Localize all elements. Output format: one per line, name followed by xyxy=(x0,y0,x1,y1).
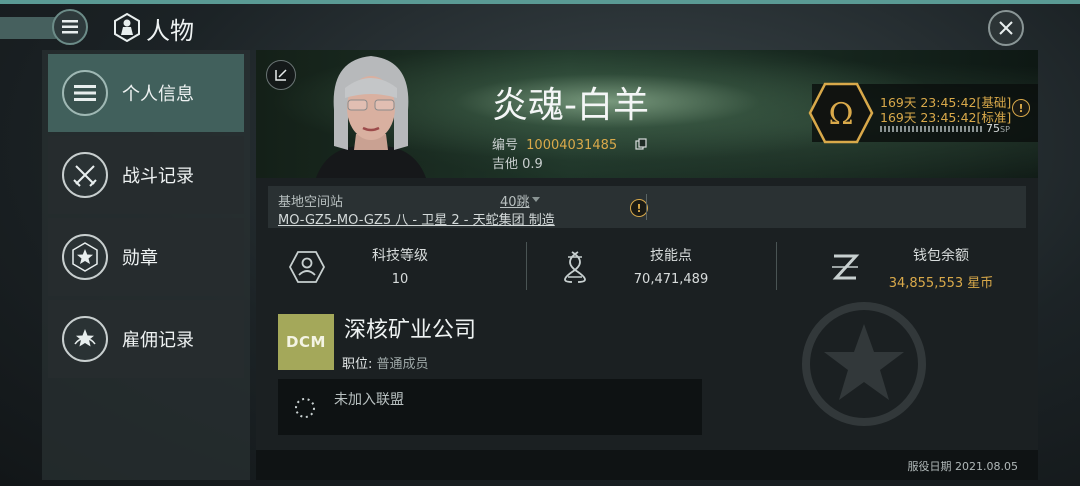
security-status-row: 吉他 0.9 xyxy=(492,153,543,172)
home-station-name[interactable]: MO-GZ5-MO-GZ5 八 - 卫星 2 - 天蛇集团 制造 xyxy=(278,209,555,228)
omega-icon: Ω xyxy=(808,82,874,144)
home-station-label: 基地空间站 xyxy=(278,195,344,210)
close-icon xyxy=(999,21,1013,35)
skill-points-label: 技能点 xyxy=(650,248,692,264)
tech-level-value: 10 xyxy=(391,272,409,287)
sp-value: 75SP xyxy=(986,122,1010,135)
edit-icon xyxy=(275,69,287,81)
dna-icon xyxy=(564,251,586,283)
role-value: 普通成员 xyxy=(376,357,429,372)
corporation-role: 职位: 普通成员 xyxy=(342,353,429,372)
sidebar-item-label: 勋章 xyxy=(122,248,158,269)
character-portrait xyxy=(316,56,426,178)
crossed-swords-icon xyxy=(62,152,108,198)
wallet-label: 钱包余额 xyxy=(913,248,969,264)
home-station-box[interactable]: 基地空间站 40跳 MO-GZ5-MO-GZ5 八 - 卫星 2 - 天蛇集团 … xyxy=(268,186,1026,228)
copy-icon[interactable] xyxy=(635,138,647,150)
divider xyxy=(776,242,777,290)
sp-number: 75 xyxy=(986,122,1000,135)
character-id-row: 编号 10004031485 xyxy=(492,134,647,153)
top-accent-line xyxy=(0,0,1080,4)
skill-points-value: 70,471,489 xyxy=(633,272,709,287)
chevron-down-icon xyxy=(532,197,540,202)
page-title: 人物 xyxy=(146,17,194,45)
person-hex-icon xyxy=(114,12,140,42)
character-id-value: 10004031485 xyxy=(526,138,618,153)
character-banner: 炎魂-白羊 编号 10004031485 吉他 0.9 Ω 169天 23:45… xyxy=(256,50,1038,178)
security-status-label: 吉他 xyxy=(492,157,519,172)
sidebar-item-medals[interactable]: 勋章 xyxy=(48,218,244,296)
close-button[interactable] xyxy=(988,10,1024,46)
menu-button[interactable] xyxy=(52,9,88,45)
sidebar-item-employment[interactable]: 雇佣记录 xyxy=(48,300,244,378)
alliance-ring-icon xyxy=(295,398,315,418)
header-left-bar xyxy=(0,17,56,39)
sidebar-item-label: 战斗记录 xyxy=(122,166,194,187)
warning-icon[interactable]: ! xyxy=(1012,99,1030,117)
list-icon xyxy=(62,70,108,116)
tech-level-label: 科技等级 xyxy=(372,248,428,264)
sidebar-item-combat-log[interactable]: 战斗记录 xyxy=(48,136,244,214)
role-label: 职位: xyxy=(342,357,373,372)
hamburger-icon xyxy=(62,20,78,34)
sidebar-item-label: 个人信息 xyxy=(122,84,194,105)
star-badge-icon xyxy=(62,234,108,280)
alliance-box[interactable]: 未加入联盟 xyxy=(278,379,702,435)
footer: 服役日期 2021.08.05 xyxy=(256,450,1038,480)
alliance-status: 未加入联盟 xyxy=(334,392,404,408)
star-laurel-icon xyxy=(62,316,108,362)
corporation-logo[interactable]: DCM xyxy=(278,314,334,370)
divider xyxy=(646,194,647,220)
isk-currency-icon xyxy=(832,254,860,280)
wallet-value: 34,855,553 星币 xyxy=(888,276,994,291)
security-status-value: 0.9 xyxy=(522,157,543,172)
corporation-name[interactable]: 深核矿业公司 xyxy=(344,312,476,344)
svg-text:Ω: Ω xyxy=(829,97,854,132)
service-date: 服役日期 2021.08.05 xyxy=(907,460,1018,473)
sp-progress-bar xyxy=(880,126,984,132)
character-sheet-panel: 炎魂-白羊 编号 10004031485 吉他 0.9 Ω 169天 23:45… xyxy=(256,50,1038,480)
background-star-emblem xyxy=(802,302,926,426)
sidebar-item-personal-info[interactable]: 个人信息 xyxy=(48,54,244,132)
station-jumps[interactable]: 40跳 xyxy=(500,191,530,210)
sp-unit: SP xyxy=(1000,125,1010,134)
tech-level-icon xyxy=(288,251,326,283)
edit-button[interactable] xyxy=(266,60,296,90)
divider xyxy=(526,242,527,290)
character-name: 炎魂-白羊 xyxy=(492,85,649,126)
sidebar-item-label: 雇佣记录 xyxy=(122,330,194,351)
character-id-label: 编号 xyxy=(492,138,519,153)
sidebar: 个人信息 战斗记录 勋章 雇佣记录 xyxy=(42,50,250,480)
